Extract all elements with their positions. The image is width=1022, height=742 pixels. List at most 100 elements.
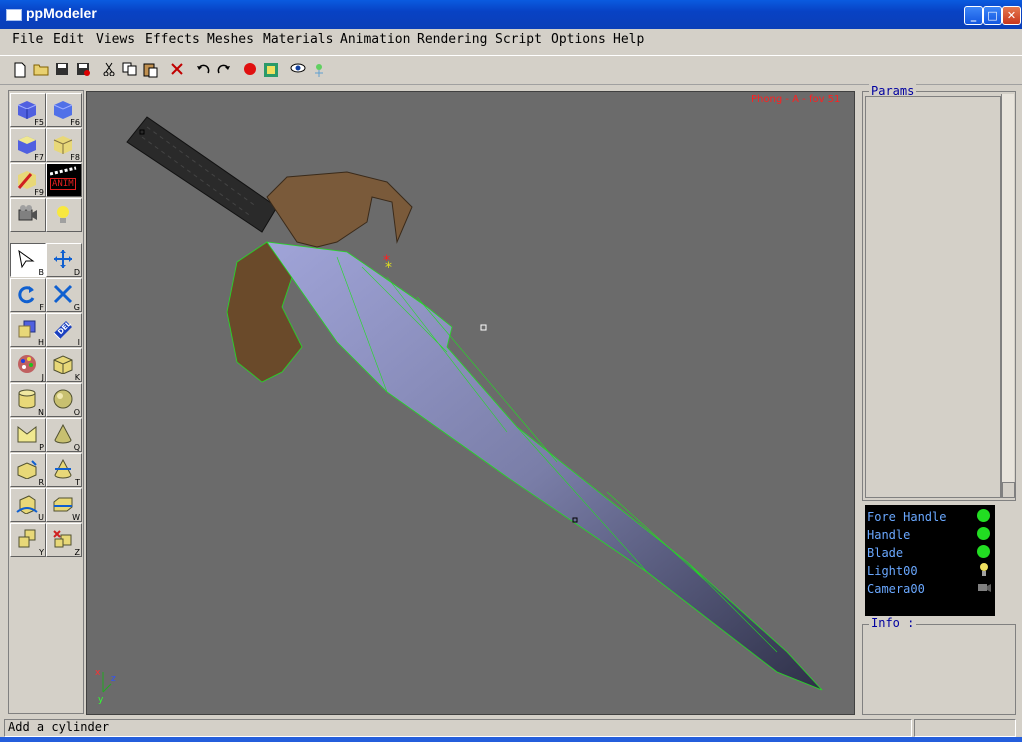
maximize-button[interactable]: □ <box>983 6 1002 25</box>
visible-dot-icon[interactable] <box>977 527 990 540</box>
status-panel-right <box>914 719 1016 737</box>
list-item-light00[interactable]: Light00 <box>867 564 918 578</box>
params-area[interactable] <box>865 96 1001 498</box>
bend-tool-button[interactable]: U <box>10 488 46 522</box>
stretch-tool-button[interactable]: W <box>46 488 82 522</box>
camera-icon <box>978 584 991 592</box>
menu-meshes[interactable]: Meshes <box>207 32 254 47</box>
copy-icon[interactable] <box>122 62 138 78</box>
params-scroll-thumb[interactable] <box>1002 482 1015 498</box>
menu-help[interactable]: Help <box>613 32 644 47</box>
list-item-blade[interactable]: Blade <box>867 546 903 560</box>
plane-icon <box>17 425 37 443</box>
view-material-button[interactable]: F9 <box>10 163 46 197</box>
ungroup-tool-button[interactable]: Z <box>46 523 82 557</box>
menu-options[interactable]: Options <box>551 32 606 47</box>
sword-model[interactable]: * * x z y <box>87 92 854 714</box>
minimize-button[interactable]: _ <box>964 6 983 25</box>
clone-tool-button[interactable]: H <box>10 313 46 347</box>
yellow-cube-icon <box>53 136 73 154</box>
window-title: ppModeler <box>26 5 97 21</box>
view-front-button[interactable]: F5 <box>10 93 46 127</box>
params-panel: Params <box>862 84 1016 501</box>
view-3d-button[interactable]: F8 <box>46 128 82 162</box>
add-cone-button[interactable]: Q <box>46 418 82 452</box>
paste-icon[interactable] <box>143 62 159 78</box>
pencil-cube-icon <box>17 171 36 189</box>
record-icon[interactable] <box>242 62 258 78</box>
select-tool-button[interactable]: B <box>10 243 46 277</box>
taskbar <box>0 737 1022 742</box>
svg-text:*: * <box>385 260 392 276</box>
add-cylinder-button[interactable]: N <box>10 383 46 417</box>
save-icon[interactable] <box>54 62 70 78</box>
close-button[interactable]: ✕ <box>1002 6 1021 25</box>
delete-icon[interactable] <box>169 62 185 78</box>
anim-button[interactable]: ANIM <box>46 163 82 197</box>
open-folder-icon[interactable] <box>33 62 49 78</box>
view-top-button[interactable]: F7 <box>10 128 46 162</box>
list-item-fore-handle[interactable]: Fore Handle <box>867 510 946 524</box>
menu-script[interactable]: Script <box>495 32 542 47</box>
scale-tool-button[interactable]: G <box>46 278 82 312</box>
list-item-camera00[interactable]: Camera00 <box>867 582 925 596</box>
scale-cross-icon <box>53 284 73 304</box>
new-file-icon[interactable] <box>12 62 28 78</box>
redo-icon[interactable] <box>216 62 232 78</box>
view-side-button[interactable]: F6 <box>46 93 82 127</box>
menu-effects[interactable]: Effects <box>145 32 200 47</box>
visible-dot-icon[interactable] <box>977 545 990 558</box>
group-tool-button[interactable]: Y <box>10 523 46 557</box>
title-bar: ppModeler _ □ ✕ <box>0 0 1022 29</box>
light-probe-icon[interactable] <box>311 62 327 78</box>
bulb-icon <box>980 563 988 576</box>
menu-edit[interactable]: Edit <box>53 32 84 47</box>
add-plane-button[interactable]: P <box>10 418 46 452</box>
bend-cube-icon <box>16 495 38 514</box>
cone-icon <box>54 424 72 444</box>
axis-x-label: x <box>95 668 101 678</box>
visible-dot-icon[interactable] <box>977 509 990 522</box>
sphere-icon <box>53 389 73 409</box>
lathe-tool-button[interactable]: T <box>46 453 82 487</box>
render-image-icon[interactable] <box>263 62 279 78</box>
eye-icon[interactable] <box>290 62 306 78</box>
move-tool-button[interactable]: D <box>46 243 82 277</box>
axis-z-label: z <box>111 674 116 684</box>
menu-bar: File Edit Views Effects Meshes Materials… <box>0 29 1022 51</box>
info-label: Info : <box>869 616 917 630</box>
object-list-scrollbar[interactable] <box>997 505 1014 616</box>
save-as-icon[interactable] <box>75 62 91 78</box>
cut-icon[interactable] <box>101 62 117 78</box>
add-cube-button[interactable]: K <box>46 348 82 382</box>
clapperboard-icon <box>50 166 77 176</box>
material-tool-button[interactable]: J <box>10 348 46 382</box>
rotate-tool-button[interactable]: F <box>10 278 46 312</box>
list-item-handle[interactable]: Handle <box>867 528 910 542</box>
bulb-icon <box>57 206 69 223</box>
extrude-icon <box>17 460 37 479</box>
cylinder-icon <box>18 389 36 409</box>
tool-palette: F5 F6 F7 F8 F9 ANIM B D F G H DEL I J K … <box>8 90 84 714</box>
light-tool-button[interactable] <box>46 198 82 232</box>
cube-icon <box>53 355 73 374</box>
params-scrollbar[interactable] <box>1001 94 1015 498</box>
add-sphere-button[interactable]: O <box>46 383 82 417</box>
status-bar: Add a cylinder <box>4 719 912 737</box>
extrude-tool-button[interactable]: R <box>10 453 46 487</box>
menu-animation[interactable]: Animation <box>340 32 410 47</box>
menu-rendering[interactable]: Rendering <box>417 32 487 47</box>
rotate-icon <box>18 286 35 304</box>
object-list[interactable]: Fore Handle Handle Blade Light00 Camera0… <box>865 505 995 616</box>
menu-materials[interactable]: Materials <box>263 32 333 47</box>
delete-tool-button[interactable]: DEL I <box>46 313 82 347</box>
3d-viewport[interactable]: Phong - A - fov 51 * * x z y <box>86 91 855 715</box>
axis-y-label: y <box>98 695 104 705</box>
menu-file[interactable]: File <box>12 32 43 47</box>
group-cubes-icon <box>18 529 36 548</box>
camera-tool-button[interactable] <box>10 198 46 232</box>
menu-views[interactable]: Views <box>96 32 135 47</box>
blue-cube-icon <box>17 101 37 119</box>
undo-icon[interactable] <box>195 62 211 78</box>
clone-cubes-icon <box>18 320 36 338</box>
